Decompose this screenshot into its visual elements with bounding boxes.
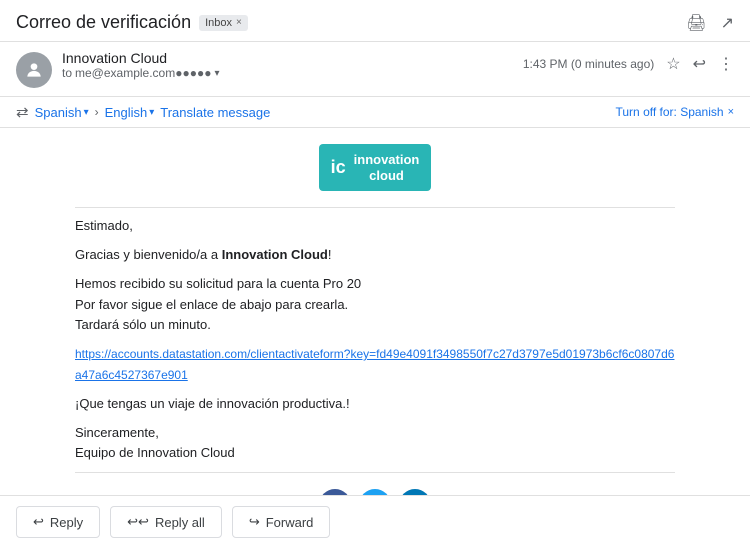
verification-link-para: https://accounts.datastation.com/clienta…: [75, 344, 675, 386]
translate-icon: ⇄: [16, 103, 29, 121]
inbox-label: Inbox: [205, 17, 232, 29]
avatar: [16, 52, 52, 88]
brand-logo: ic innovationcloud: [319, 144, 432, 191]
translate-message-link[interactable]: Translate message: [160, 105, 270, 120]
to-language-label: English: [105, 105, 148, 120]
body-text-1: Hemos recibido su solicitud para la cuen…: [75, 274, 675, 336]
from-lang-chevron-icon: ▾: [84, 107, 89, 118]
sender-info: Innovation Cloud to me@example.com●●●●● …: [62, 50, 513, 80]
open-in-new-icon[interactable]: ↗: [721, 13, 734, 33]
recipient-email: me@example.com●●●●●: [75, 66, 211, 80]
reply-all-button[interactable]: ↩↩ Reply all: [110, 506, 222, 538]
action-bar: ↩ Reply ↩↩ Reply all ↪ Forward: [0, 495, 750, 548]
forward-label: Forward: [266, 515, 314, 530]
expand-recipients-icon[interactable]: ▾: [214, 68, 219, 79]
verification-link[interactable]: https://accounts.datastation.com/clienta…: [75, 347, 674, 382]
turn-off-close-icon[interactable]: ×: [728, 106, 734, 118]
email-content: ic innovationcloud Estimado, Gracias y b…: [75, 128, 675, 495]
from-language-label: Spanish: [35, 105, 82, 120]
reply-all-btn-icon: ↩↩: [127, 514, 149, 530]
logo-ic-text: ic: [331, 157, 346, 178]
from-language-button[interactable]: Spanish ▾: [35, 105, 89, 120]
translation-bar: ⇄ Spanish ▾ › English ▾ Translate messag…: [0, 97, 750, 128]
print-icon[interactable]: 🖨: [686, 13, 706, 33]
greeting-text: Estimado,: [75, 216, 675, 237]
more-options-icon[interactable]: ⋮: [718, 54, 734, 74]
email-body-text: Estimado, Gracias y bienvenido/a a Innov…: [75, 216, 675, 464]
forward-btn-icon: ↪: [249, 514, 260, 530]
logo-area: ic innovationcloud: [75, 144, 675, 191]
turn-off-label: Turn off for: Spanish: [616, 105, 724, 119]
email-timestamp: 1:43 PM (0 minutes ago): [523, 57, 654, 71]
reply-btn-icon: ↩: [33, 514, 44, 530]
top-divider: [75, 207, 675, 208]
sender-time-area: 1:43 PM (0 minutes ago) ☆ ↩ ⋮: [523, 54, 734, 74]
to-lang-chevron-icon: ▾: [149, 107, 154, 118]
reply-all-label: Reply all: [155, 515, 205, 530]
email-action-icons: ☆ ↩ ⋮: [666, 54, 734, 74]
bottom-divider: [75, 472, 675, 473]
intro-text: Gracias y bienvenido/a a Innovation Clou…: [75, 245, 675, 266]
header-icons: 🖨 ↗: [686, 13, 734, 33]
email-subject: Correo de verificación: [16, 12, 191, 33]
reply-icon[interactable]: ↩: [693, 54, 706, 74]
sender-row: Innovation Cloud to me@example.com●●●●● …: [0, 42, 750, 97]
sender-to-row: to me@example.com●●●●● ▾: [62, 66, 513, 80]
exclaim-text: ¡Que tengas un viaje de innovación produ…: [75, 394, 675, 415]
logo-brand-text: innovationcloud: [354, 152, 420, 183]
reply-button[interactable]: ↩ Reply: [16, 506, 100, 538]
reply-label: Reply: [50, 515, 83, 530]
intro-end: !: [328, 247, 332, 262]
inbox-close-icon[interactable]: ×: [236, 17, 242, 28]
star-icon[interactable]: ☆: [666, 54, 680, 74]
intro-plain: Gracias y bienvenido/a a: [75, 247, 222, 262]
brand-bold: Innovation Cloud: [222, 247, 328, 262]
inbox-badge: Inbox ×: [199, 15, 248, 31]
sender-name: Innovation Cloud: [62, 50, 513, 66]
language-arrow-separator: ›: [95, 105, 99, 119]
closing-text: Sinceramente, Equipo de Innovation Cloud: [75, 423, 675, 465]
forward-button[interactable]: ↪ Forward: [232, 506, 331, 538]
to-language-button[interactable]: English ▾: [105, 105, 155, 120]
email-header: Correo de verificación Inbox × 🖨 ↗: [0, 0, 750, 42]
turn-off-translation-button[interactable]: Turn off for: Spanish ×: [616, 105, 735, 119]
to-label: to: [62, 66, 72, 80]
email-body: ic innovationcloud Estimado, Gracias y b…: [0, 128, 750, 495]
